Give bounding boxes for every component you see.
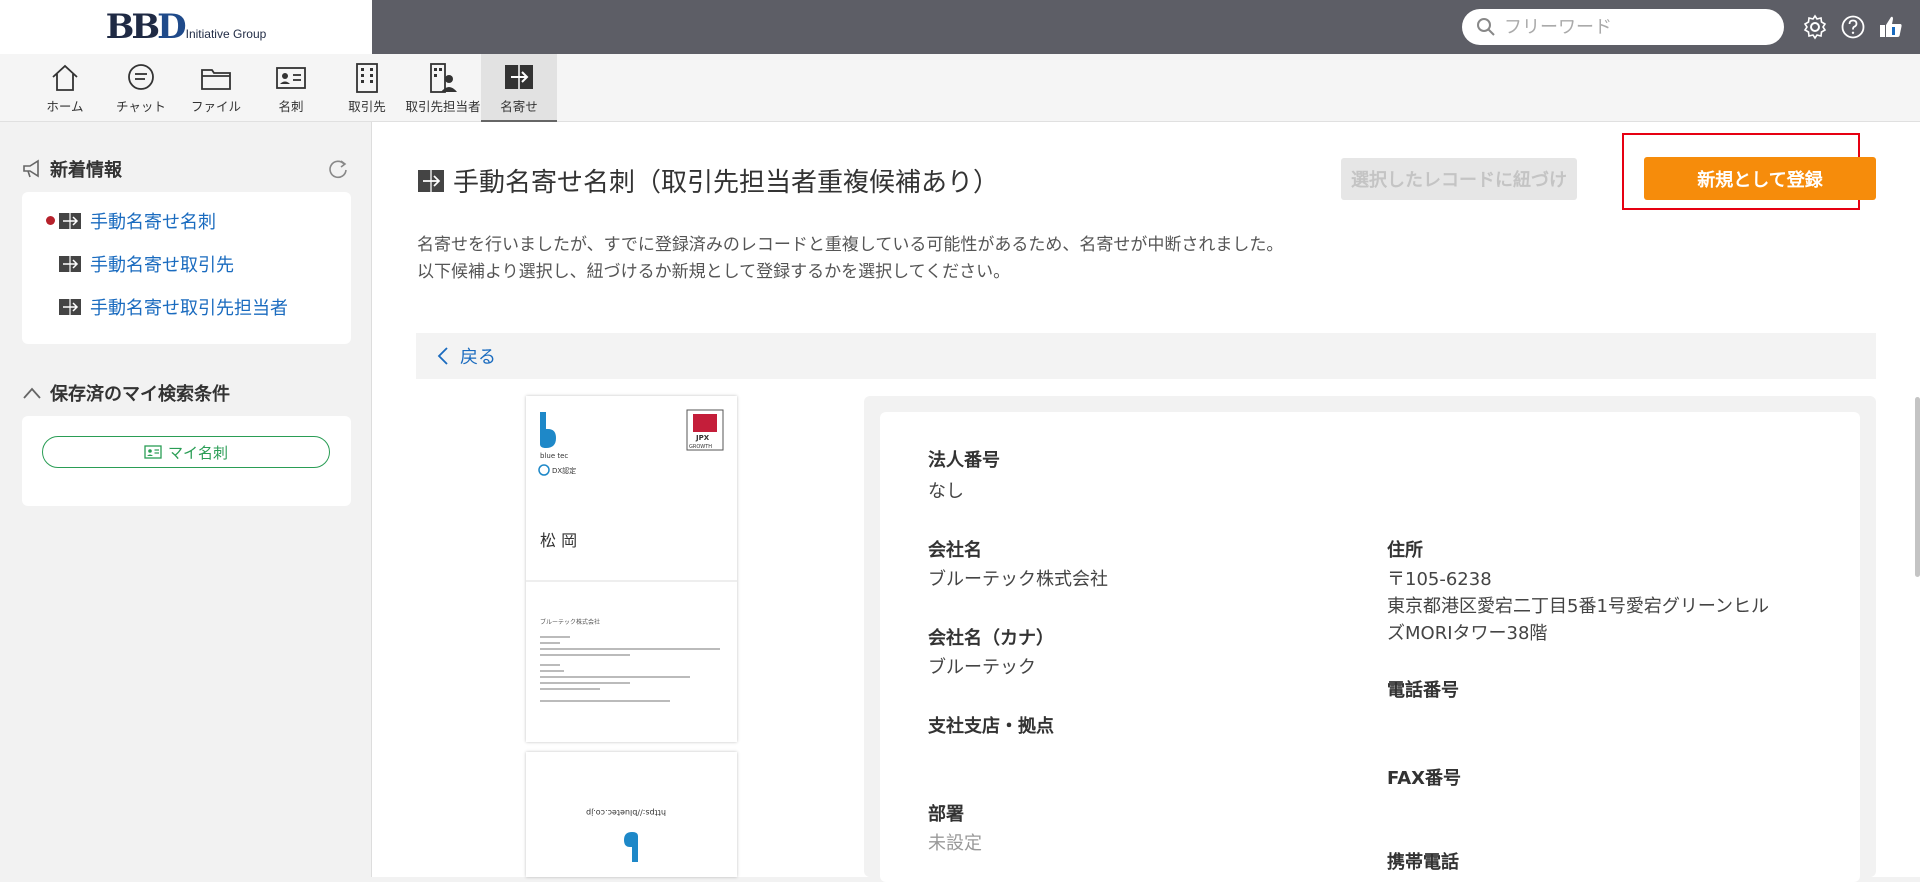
company-name-value: ブルーテック株式会社: [928, 569, 1108, 590]
merge-icon: [418, 169, 444, 192]
page-title: 手動名寄せ名刺（取引先担当者重複候補あり）: [417, 162, 999, 199]
saved-search-label: マイ名刺: [167, 443, 228, 462]
back-link[interactable]: 戻る: [416, 333, 1876, 379]
merge-icon: [59, 299, 81, 315]
news-item-label: 手動名寄せ取引先担当者: [90, 298, 288, 319]
card-brand: blue tec: [540, 452, 568, 460]
chevron-left-icon: [437, 347, 448, 365]
business-card-back-drawing: https://bluetec.co.jp: [526, 752, 737, 877]
description-line-1: 名寄せを行いましたが、すでに登録済みのレコードと重複している可能性があるため、名…: [417, 235, 1284, 255]
chat-icon: [128, 64, 154, 90]
nav-chat-label: チャット: [116, 99, 166, 114]
back-label: 戻る: [460, 347, 496, 368]
mobile-label: 携帯電話: [1387, 852, 1459, 873]
merge-icon: [505, 65, 533, 89]
vertical-scrollbar[interactable]: [1915, 397, 1920, 577]
sidebar: 新着情報 手動名寄せ名刺 手動名寄せ取引先 手動名寄せ取引先担当者 保存済のマイ…: [0, 122, 372, 877]
page-title-text: 手動名寄せ名刺（取引先担当者重複候補あり）: [453, 168, 1000, 198]
nav-merge-label: 名寄せ: [500, 99, 538, 114]
news-title: 新着情報: [50, 160, 122, 181]
merge-icon: [59, 213, 81, 229]
address-line-2: ズMORIタワー38階: [1387, 623, 1548, 644]
description-line-2: 以下候補より選択し、紐づけるか新規として登録するかを選択してください。: [417, 262, 1011, 282]
card-jpx: JPX: [695, 434, 710, 442]
nav-client-contacts[interactable]: 取引先担当者: [405, 54, 481, 122]
news-item-manual-merge-card[interactable]: 手動名寄せ名刺: [46, 208, 216, 234]
nav-file-label: ファイル: [190, 99, 241, 114]
business-card-icon: [144, 445, 162, 459]
business-card-back-image[interactable]: https://bluetec.co.jp: [526, 752, 737, 877]
folder-icon: [201, 69, 231, 90]
search-box[interactable]: [1462, 9, 1784, 45]
saved-search-my-cards[interactable]: マイ名刺: [42, 436, 330, 468]
card-name: 松 岡: [540, 531, 577, 550]
phone-label: 電話番号: [1387, 680, 1459, 701]
description: 名寄せを行いましたが、すでに登録済みのレコードと重複している可能性があるため、名…: [417, 232, 1283, 286]
chevron-up-icon: [23, 387, 41, 399]
search-icon: [1477, 18, 1495, 36]
saved-search-header[interactable]: 保存済のマイ検索条件: [22, 380, 230, 406]
unread-dot: [46, 216, 55, 225]
business-card-front-image[interactable]: blue tec DX認定 JPX GROWTH 松 岡 ブルーテック株式会社: [526, 396, 737, 742]
card-dx: DX認定: [552, 466, 576, 475]
news-card: 手動名寄せ名刺 手動名寄せ取引先 手動名寄せ取引先担当者: [22, 192, 351, 344]
nav-clients[interactable]: 取引先: [329, 54, 405, 122]
saved-search-card: マイ名刺: [22, 416, 351, 506]
company-kana-value: ブルーテック: [928, 657, 1036, 678]
detail-panel: 法人番号 なし 会社名 ブルーテック株式会社 会社名（カナ） ブルーテック 支社…: [864, 396, 1876, 882]
company-kana-label: 会社名（カナ）: [928, 628, 1054, 649]
card-back-url: https://bluetec.co.jp: [586, 808, 666, 817]
saved-search-title: 保存済のマイ検索条件: [50, 384, 230, 405]
building-icon: [356, 63, 378, 93]
search-input[interactable]: [1504, 16, 1764, 38]
megaphone-icon: [23, 159, 39, 178]
news-item-label: 手動名寄せ取引先: [90, 255, 234, 276]
corp-number-value: なし: [928, 481, 964, 502]
register-new-button[interactable]: 新規として登録: [1644, 157, 1876, 200]
top-bar: BBD Initiative Group: [0, 0, 1920, 54]
building-person-icon: [430, 63, 457, 93]
card-company: ブルーテック株式会社: [540, 618, 600, 626]
address-value: 〒105-6238 東京都港区愛宕二丁目5番1号愛宕グリーンヒル ズMORIタワ…: [1387, 566, 1769, 647]
nav-business-card[interactable]: 名刺: [253, 54, 329, 122]
settings-gear-icon[interactable]: [1800, 12, 1830, 42]
nav-merge[interactable]: 名寄せ: [481, 54, 557, 122]
branch-label: 支社支店・拠点: [928, 716, 1054, 737]
address-label: 住所: [1387, 540, 1423, 561]
nav-home[interactable]: ホーム: [27, 54, 103, 122]
logo-subtitle: Initiative Group: [185, 27, 267, 41]
company-logo[interactable]: BBD Initiative Group: [0, 0, 372, 54]
main-content: 手動名寄せ名刺（取引先担当者重複候補あり） 選択したレコードに紐づけ 新規として…: [372, 122, 1920, 882]
home-icon: [52, 64, 78, 91]
fax-label: FAX番号: [1387, 768, 1462, 789]
nav-clients-label: 取引先: [348, 99, 386, 114]
detail-panel-inner: 法人番号 なし 会社名 ブルーテック株式会社 会社名（カナ） ブルーテック 支社…: [880, 412, 1860, 882]
merge-icon: [59, 256, 81, 272]
address-line-1: 東京都港区愛宕二丁目5番1号愛宕グリーンヒル: [1387, 596, 1770, 617]
corp-number-label: 法人番号: [928, 450, 1000, 471]
nav-business-card-label: 名刺: [278, 99, 304, 114]
department-value: 未設定: [928, 833, 982, 854]
news-item-label: 手動名寄せ名刺: [90, 212, 216, 233]
link-selected-record-button[interactable]: 選択したレコードに紐づけ: [1341, 158, 1577, 200]
card-jpx-sub: GROWTH: [689, 444, 712, 450]
department-label: 部署: [928, 804, 964, 825]
news-item-manual-merge-contact[interactable]: 手動名寄せ取引先担当者: [58, 294, 288, 320]
nav-client-contacts-label: 取引先担当者: [405, 99, 481, 114]
company-name-label: 会社名: [928, 540, 982, 561]
thumbs-up-icon[interactable]: [1876, 12, 1906, 42]
refresh-icon[interactable]: [327, 158, 349, 180]
postal-code: 〒105-6238: [1387, 569, 1492, 590]
nav-home-label: ホーム: [46, 99, 84, 114]
nav-file[interactable]: ファイル: [178, 54, 254, 122]
business-card-icon: [276, 67, 306, 89]
news-header: 新着情報: [22, 156, 122, 182]
business-card-front-drawing: blue tec DX認定 JPX GROWTH 松 岡 ブルーテック株式会社: [526, 396, 737, 742]
nav-chat[interactable]: チャット: [103, 54, 179, 122]
help-icon[interactable]: [1838, 12, 1868, 42]
main-nav: ホーム チャット ファイル 名刺 取引先 取引先担当者 名寄せ: [0, 54, 1920, 122]
news-item-manual-merge-client[interactable]: 手動名寄せ取引先: [58, 251, 234, 277]
